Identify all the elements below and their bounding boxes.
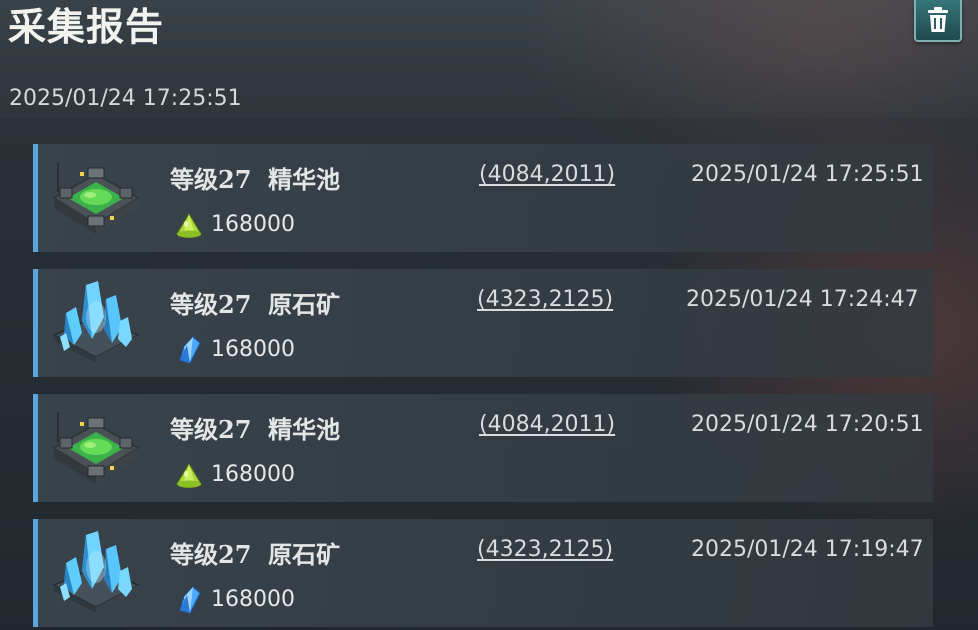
report-datetime: 2025/01/24 17:25:51 xyxy=(9,86,242,111)
coordinates-link[interactable]: (4084,2011) xyxy=(479,162,615,187)
report-title: 等级27 原石矿 xyxy=(170,290,341,319)
report-row[interactable]: 等级27 精华池 (4084,2011) 2025/01/24 17:25:51… xyxy=(33,144,933,252)
crystal-icon xyxy=(174,335,204,365)
resource-amount: 168000 xyxy=(211,462,295,487)
report-time: 2025/01/24 17:24:47 xyxy=(686,287,919,312)
resource-amount: 168000 xyxy=(211,337,295,362)
trash-icon xyxy=(928,7,948,32)
report-time: 2025/01/24 17:19:47 xyxy=(691,537,924,562)
essence-icon xyxy=(174,210,204,240)
coordinates-link[interactable]: (4323,2125) xyxy=(477,287,613,312)
report-title: 等级27 精华池 xyxy=(170,415,341,444)
coordinates-link[interactable]: (4323,2125) xyxy=(477,537,613,562)
resource-amount: 168000 xyxy=(211,587,295,612)
delete-all-button[interactable] xyxy=(914,0,962,42)
page-title: 采集报告 xyxy=(8,5,165,49)
report-title: 等级27 精华池 xyxy=(170,165,341,194)
crystal-mine-icon xyxy=(46,527,146,619)
essence-icon xyxy=(174,460,204,490)
report-time: 2025/01/24 17:20:51 xyxy=(691,412,924,437)
report-row[interactable]: 等级27 原石矿 (4323,2125) 2025/01/24 17:24:47… xyxy=(33,269,933,377)
essence-pool-icon xyxy=(46,152,146,244)
resource-amount: 168000 xyxy=(211,212,295,237)
essence-pool-icon xyxy=(46,402,146,494)
report-time: 2025/01/24 17:25:51 xyxy=(691,162,924,187)
crystal-mine-icon xyxy=(46,277,146,369)
crystal-icon xyxy=(174,585,204,615)
report-row[interactable]: 等级27 精华池 (4084,2011) 2025/01/24 17:20:51… xyxy=(33,394,933,502)
coordinates-link[interactable]: (4084,2011) xyxy=(479,412,615,437)
report-title: 等级27 原石矿 xyxy=(170,540,341,569)
report-row[interactable]: 等级27 原石矿 (4323,2125) 2025/01/24 17:19:47… xyxy=(33,519,933,627)
